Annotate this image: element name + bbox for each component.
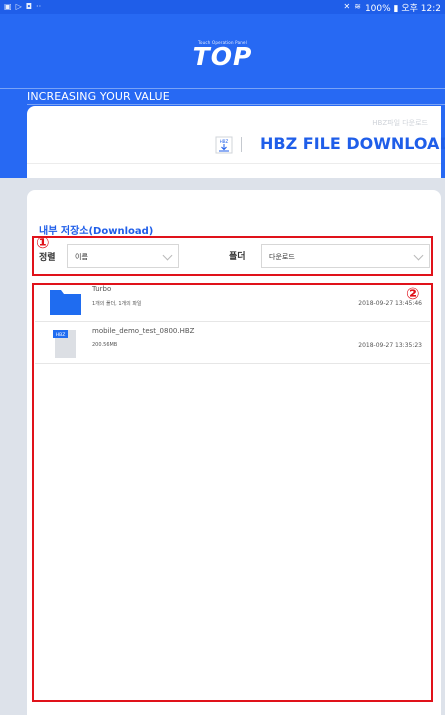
annotation-box-2 xyxy=(32,283,433,702)
hbz-sub-label: HBZ파일 다운로드 xyxy=(372,119,428,127)
annotation-number-2: ② xyxy=(406,284,420,303)
hbz-title[interactable]: HBZ FILE DOWNLOAD xyxy=(260,134,445,153)
more-icon: ·· xyxy=(36,2,42,11)
image-icon: ▣ xyxy=(4,2,12,11)
hbz-download-card[interactable]: HBZ파일 다운로드 HBZ HBZ FILE DOWNLOAD xyxy=(27,106,445,178)
section-gap xyxy=(0,178,445,190)
wifi-icon: ≋ xyxy=(354,2,361,11)
header-divider xyxy=(0,88,445,89)
top-logo: TOP xyxy=(192,42,253,71)
slogan: INCREASING YOUR VALUE xyxy=(27,90,170,103)
hbz-download-icon: HBZ xyxy=(213,135,235,155)
storage-title: 내부 저장소(Download) xyxy=(39,226,154,237)
annotation-number-1: ① xyxy=(36,233,50,252)
status-left-icons: ▣ ▷ ◘ ·· xyxy=(4,3,41,11)
mute-icon: ✕ xyxy=(343,2,351,11)
play-store-icon: ▷ xyxy=(15,2,22,11)
hbz-icon-label: HBZ xyxy=(220,139,229,144)
status-bar: ▣ ▷ ◘ ·· ✕ ≋ 100% ▮ 오후 12:2 xyxy=(0,0,445,14)
annotation-box-1 xyxy=(32,236,433,276)
hbz-separator xyxy=(241,137,242,152)
status-right: ✕ ≋ 100% ▮ 오후 12:2 xyxy=(344,1,441,14)
status-text: 100% ▮ 오후 12:2 xyxy=(364,3,441,14)
video-icon: ◘ xyxy=(25,2,33,11)
slogan-divider xyxy=(27,104,445,105)
hbz-card-line xyxy=(27,163,441,164)
